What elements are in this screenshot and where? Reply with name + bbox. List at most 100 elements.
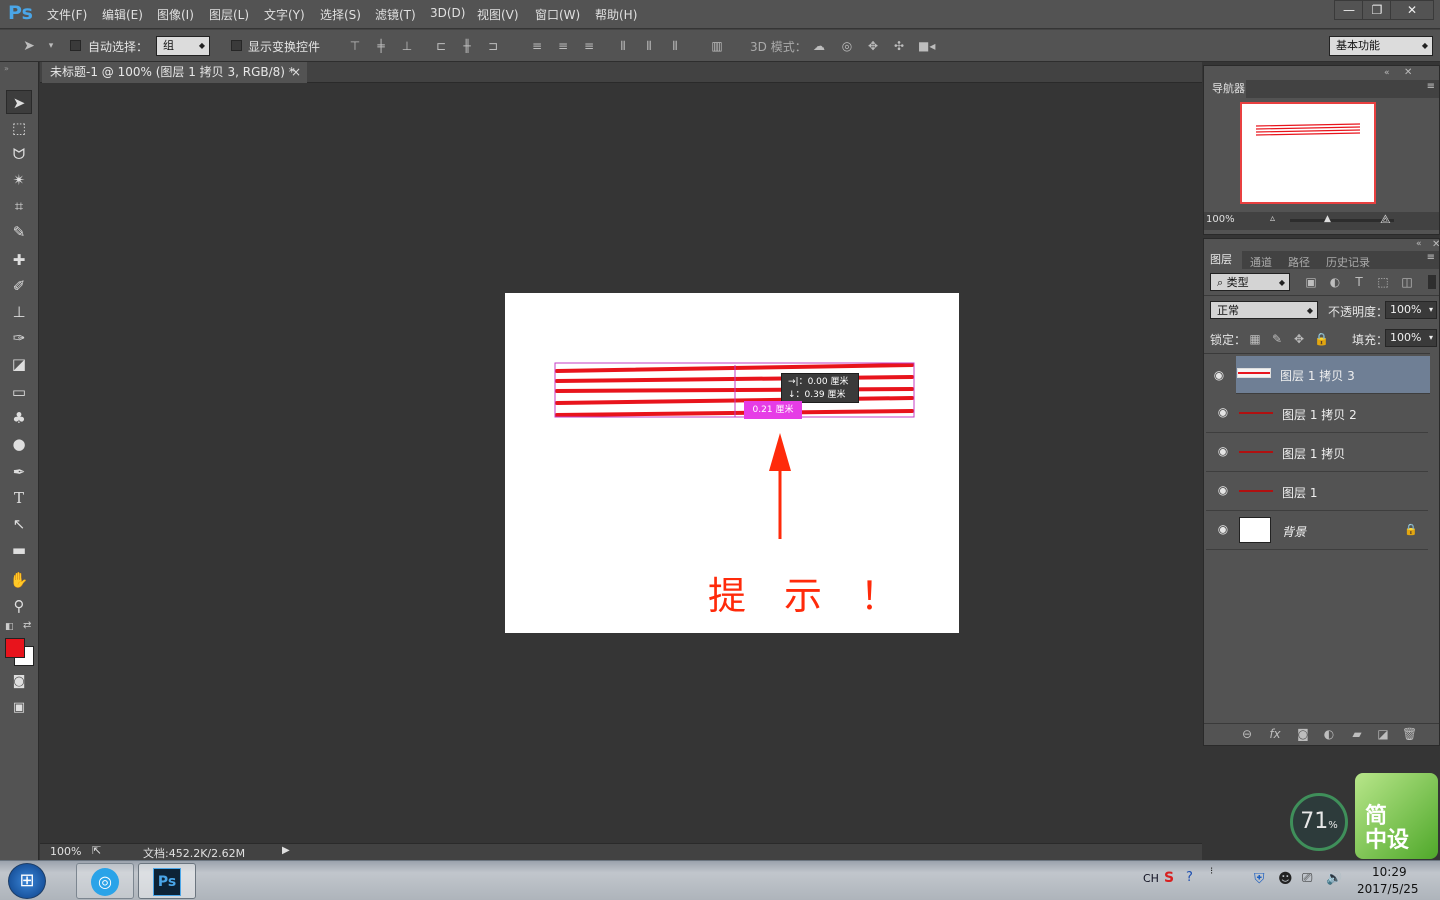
sogou-icon[interactable]: S [1164,870,1174,886]
pen-icon[interactable]: ✒ [6,460,32,484]
align-vcenter-icon[interactable]: ╪ [374,39,388,53]
close-button[interactable]: ✕ [1390,0,1434,20]
menu-filter[interactable]: 滤镜(T) [375,6,416,23]
menu-view[interactable]: 视图(V) [477,6,519,23]
filter-toggle[interactable] [1428,275,1436,289]
lock-all-icon[interactable]: 🔒 [1314,332,1329,346]
brush-icon[interactable]: ✐ [6,274,32,298]
layer-row[interactable]: 图层 1 拷贝 3 [1236,356,1430,394]
quick-mask-icon[interactable]: ◙ [6,670,32,694]
move-icon[interactable]: ➤ [6,90,32,114]
3d-rotate-icon[interactable]: ☁ [812,39,826,53]
layer-row[interactable]: ◉ 图层 1 [1206,473,1428,511]
collapse-panel-icon[interactable]: « [1384,68,1390,78]
marquee-icon[interactable]: ⬚ [6,116,32,140]
fill-input[interactable]: 100% ▾ [1385,329,1437,347]
auto-select-checkbox[interactable] [70,40,81,51]
foreground-color-swatch[interactable] [5,638,25,658]
trash-icon[interactable]: 🗑 [1402,727,1417,741]
menu-3d[interactable]: 3D(D) [430,6,465,20]
zoom-icon[interactable]: ⚲ [6,594,32,618]
lasso-icon[interactable]: ᗢ [6,142,32,166]
crop-icon[interactable]: ⌗ [6,194,32,218]
taskbar-app-photoshop[interactable]: Ps [138,863,196,899]
align-top-icon[interactable]: ⊤ [348,39,362,53]
filter-shape-icon[interactable]: ⬚ [1376,275,1390,289]
panel-menu-icon[interactable]: ≡ [1427,252,1435,263]
zoom-out-icon[interactable]: ▵ [1270,213,1275,224]
filter-type-icon[interactable]: T [1352,275,1366,289]
distribute-right-icon[interactable]: ⦀ [668,39,682,53]
restore-button[interactable]: ❐ [1362,0,1392,20]
performance-widget[interactable]: 71% [1290,793,1348,851]
menu-select[interactable]: 选择(S) [320,6,361,23]
align-bottom-icon[interactable]: ⊥ [400,39,414,53]
navigator-tab[interactable]: 导航器 [1204,80,1246,98]
distribute-hcenter-icon[interactable]: ⦀ [642,39,656,53]
new-group-icon[interactable]: ▰ [1350,727,1364,741]
zoom-slider-track[interactable] [1290,219,1394,222]
navigator-zoom-value[interactable]: 100% [1206,214,1235,225]
3d-roll-icon[interactable]: ◎ [840,39,854,53]
3d-slide-icon[interactable]: ✣ [892,39,906,53]
eye-icon[interactable]: ◉ [1216,483,1230,497]
tab-channels[interactable]: 通道 [1250,254,1272,270]
eye-icon[interactable]: ◉ [1212,368,1226,382]
auto-align-icon[interactable]: ▥ [710,39,724,53]
filter-pixel-icon[interactable]: ▣ [1304,275,1318,289]
qq-icon[interactable]: ☻ [1278,871,1293,887]
eye-icon[interactable]: ◉ [1216,522,1230,536]
align-right-icon[interactable]: ⊐ [486,39,500,53]
layer-row[interactable]: ◉ 背景 🔒 [1206,512,1428,550]
zoom-in-icon[interactable]: ⟁ [1380,212,1391,227]
layer-row[interactable]: ◉ 图层 1 拷贝 [1206,434,1428,472]
eyedropper-icon[interactable]: ✎ [6,220,32,244]
chevron-down-icon[interactable]: ▾ [1429,302,1433,318]
type-icon[interactable]: T [6,486,32,510]
navigator-preview[interactable] [1240,102,1376,204]
menu-type[interactable]: 文字(Y) [264,6,305,23]
start-button[interactable]: ⊞ [8,863,46,899]
input-language[interactable]: CH [1143,872,1159,885]
chevron-down-icon[interactable]: ▾ [44,39,58,53]
minimize-button[interactable]: — [1334,0,1364,20]
close-tab-icon[interactable]: × [291,62,301,83]
distribute-left-icon[interactable]: ⦀ [616,39,630,53]
eye-icon[interactable]: ◉ [1216,444,1230,458]
shield-icon[interactable]: ⛨ [1254,871,1265,887]
workspace-dropdown[interactable]: 基本功能 ◆ [1329,36,1433,56]
network-icon[interactable]: ⎚ [1302,871,1312,886]
menu-edit[interactable]: 编辑(E) [102,6,143,23]
collapse-icon[interactable]: » [4,64,9,73]
clock-date[interactable]: 2017/5/25 [1357,882,1419,896]
document-tab[interactable]: 未标题-1 @ 100% (图层 1 拷贝 3, RGB/8) * × [42,62,307,83]
export-icon[interactable]: ⇱ [92,844,101,857]
move-tool-preset-icon[interactable]: ➤ [22,39,36,53]
blur-icon[interactable]: ♣ [6,406,32,430]
distribute-vcenter-icon[interactable]: ≡ [556,39,570,53]
opacity-input[interactable]: 100% ▾ [1385,301,1437,319]
menu-window[interactable]: 窗口(W) [535,6,580,23]
add-mask-icon[interactable]: ◙ [1296,727,1310,741]
tab-paths[interactable]: 路径 [1288,254,1310,270]
screen-mode-icon[interactable]: ▣ [6,696,32,720]
swap-colors-icon[interactable]: ⇄ [23,620,31,631]
default-colors-icon[interactable]: ◧ [5,622,14,632]
lock-position-icon[interactable]: ✥ [1292,332,1306,346]
distribute-bottom-icon[interactable]: ≡ [582,39,596,53]
layer-name[interactable]: 图层 1 [1282,484,1317,501]
align-hcenter-icon[interactable]: ╫ [460,39,474,53]
gradient-icon[interactable]: ▭ [6,380,32,404]
link-layers-icon[interactable]: ⊖ [1240,727,1254,741]
healing-brush-icon[interactable]: ✚ [6,248,32,272]
tab-layers[interactable]: 图层 [1204,251,1242,269]
menu-file[interactable]: 文件(F) [47,6,87,23]
filter-adjustment-icon[interactable]: ◐ [1328,275,1342,289]
close-panel-icon[interactable]: ✕ [1404,67,1412,78]
tab-history[interactable]: 历史记录 [1326,254,1370,270]
layer-filter-dropdown[interactable]: ⌕ 类型 ◆ [1210,273,1290,291]
chevron-down-icon[interactable]: ▾ [1429,330,1433,346]
menu-layer[interactable]: 图层(L) [209,6,249,23]
adjustment-layer-icon[interactable]: ◐ [1322,727,1336,741]
brand-logo[interactable]: 简 中设 [1355,773,1438,859]
